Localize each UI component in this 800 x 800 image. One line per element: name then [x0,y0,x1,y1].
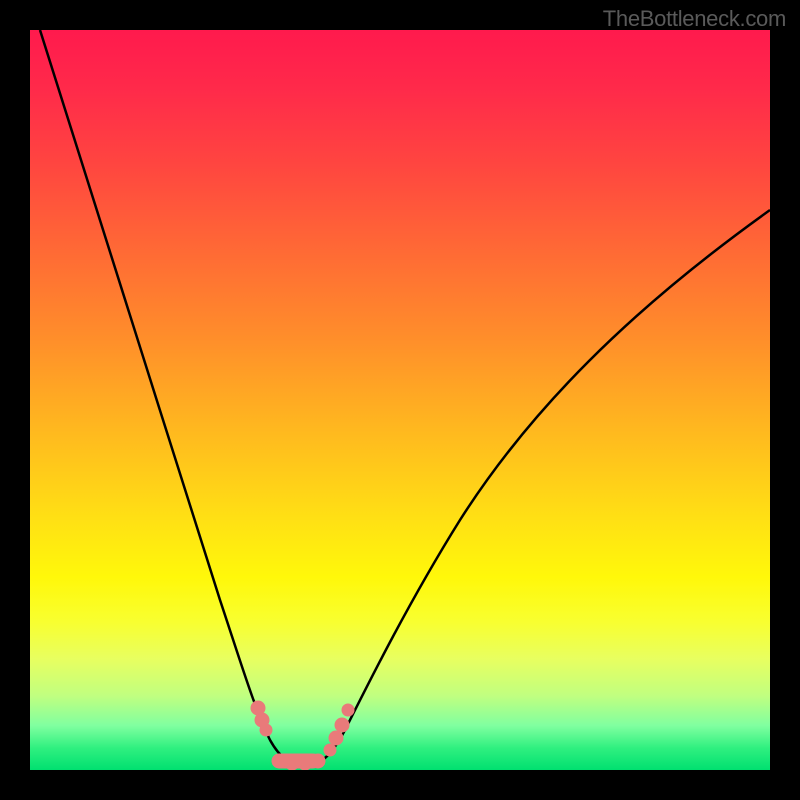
plot-gradient-area [30,30,770,770]
curve-path [40,30,770,765]
optimal-range-markers [251,701,354,770]
watermark-text: TheBottleneck.com [603,6,786,32]
bottleneck-curve-svg [30,30,770,770]
